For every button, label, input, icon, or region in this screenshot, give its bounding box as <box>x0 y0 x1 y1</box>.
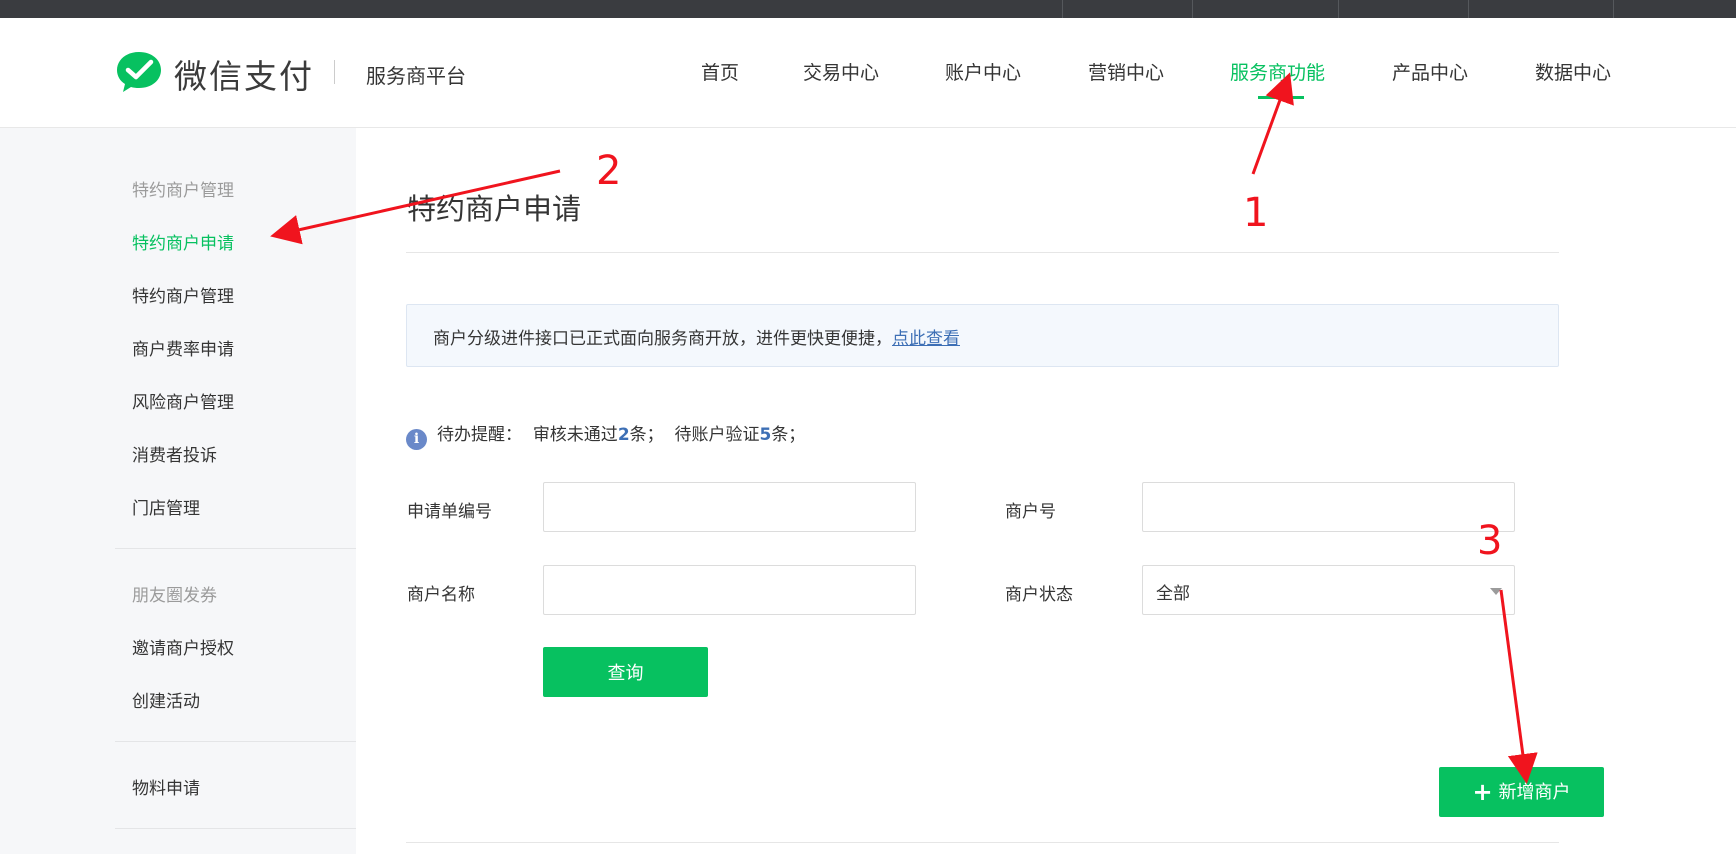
page-title: 特约商户申请 <box>407 192 582 226</box>
title-divider <box>406 252 1559 253</box>
nav-active-underline <box>1258 96 1304 99</box>
nav-product-center[interactable]: 产品中心 <box>1392 58 1468 85</box>
sidebar-group-title: 朋友圈发券 <box>132 586 217 606</box>
nav-account-center[interactable]: 账户中心 <box>945 58 1021 85</box>
nav-service-provider-functions[interactable]: 服务商功能 <box>1230 58 1325 85</box>
sidebar-item-material-application[interactable]: 物料申请 <box>132 774 200 799</box>
nav-home[interactable]: 首页 <box>701 58 739 85</box>
sidebar-item-store-management[interactable]: 门店管理 <box>132 494 200 519</box>
sidebar-item-merchant-management[interactable]: 特约商户管理 <box>132 282 234 307</box>
reminder-rejected-count[interactable]: 2 <box>618 425 630 445</box>
sidebar-divider <box>115 828 356 829</box>
reminder-verify-label: 待账户验证 <box>674 425 760 445</box>
query-button[interactable]: 查询 <box>543 647 708 697</box>
sidebar-item-invite-authorization[interactable]: 邀请商户授权 <box>132 634 234 659</box>
reminder-verify-suffix: 条； <box>771 425 806 445</box>
wechat-pay-logo-icon <box>117 52 161 92</box>
sidebar: 特约商户管理 特约商户申请 特约商户管理 商户费率申请 风险商户管理 消费者投诉… <box>0 128 356 854</box>
merchant-name-label: 商户名称 <box>407 585 475 605</box>
reminder-prefix: 待办提醒： <box>437 425 522 445</box>
site-header: 微信支付 服务商平台 首页 交易中心 账户中心 营销中心 服务商功能 产品中心 … <box>0 18 1736 128</box>
sidebar-item-merchant-application[interactable]: 特约商户申请 <box>132 229 234 254</box>
sidebar-divider <box>115 548 356 549</box>
merchant-status-select[interactable]: 全部 <box>1142 565 1515 615</box>
reminder-rejected-suffix: 条； <box>629 425 664 445</box>
reminder-verify-count[interactable]: 5 <box>759 425 771 445</box>
notice-message: 商户分级进件接口已正式面向服务商开放，进件更快更便捷， <box>433 329 892 349</box>
nav-transaction-center[interactable]: 交易中心 <box>803 58 879 85</box>
sidebar-item-consumer-complaints[interactable]: 消费者投诉 <box>132 441 217 466</box>
todo-reminder: i 待办提醒： 审核未通过2条； 待账户验证5条； <box>406 420 805 450</box>
merchant-status-label: 商户状态 <box>1005 585 1073 605</box>
notice-text: 商户分级进件接口已正式面向服务商开放，进件更快更便捷，点此查看 <box>433 324 960 349</box>
top-bar-segment <box>1468 0 1614 18</box>
info-icon: i <box>406 429 427 450</box>
sidebar-item-create-activity[interactable]: 创建活动 <box>132 687 200 712</box>
notice-banner: 商户分级进件接口已正式面向服务商开放，进件更快更便捷，点此查看 <box>406 304 1559 367</box>
application-no-input[interactable] <box>543 482 916 532</box>
nav-data-center[interactable]: 数据中心 <box>1535 58 1611 85</box>
platform-name: 服务商平台 <box>366 64 466 88</box>
sidebar-group-title: 特约商户管理 <box>132 181 234 201</box>
top-bar-segment <box>1192 0 1338 18</box>
browser-top-bar <box>0 0 1736 18</box>
annotation-label-2: 2 <box>596 148 622 194</box>
sidebar-divider <box>115 741 356 742</box>
merchant-no-label: 商户号 <box>1005 502 1056 522</box>
main-content: 特约商户申请 商户分级进件接口已正式面向服务商开放，进件更快更便捷，点此查看 i… <box>356 128 1736 854</box>
brand-name: 微信支付 <box>174 57 314 96</box>
top-bar-segment <box>1062 0 1192 18</box>
merchant-name-input[interactable] <box>543 565 916 615</box>
notice-link[interactable]: 点此查看 <box>892 329 960 349</box>
annotation-label-3: 3 <box>1477 518 1503 564</box>
sidebar-item-risk-merchant[interactable]: 风险商户管理 <box>132 388 234 413</box>
chevron-down-icon <box>1490 588 1502 595</box>
plus-icon: + <box>1472 778 1493 806</box>
nav-marketing-center[interactable]: 营销中心 <box>1088 58 1164 85</box>
bottom-divider <box>406 842 1559 843</box>
brand-divider <box>334 60 335 84</box>
application-no-label: 申请单编号 <box>407 502 492 522</box>
reminder-rejected-label: 审核未通过 <box>532 425 618 445</box>
add-merchant-button[interactable]: + 新增商户 <box>1439 767 1604 817</box>
sidebar-item-rate-application[interactable]: 商户费率申请 <box>132 335 234 360</box>
add-merchant-label: 新增商户 <box>1498 782 1571 803</box>
merchant-status-value: 全部 <box>1156 584 1190 604</box>
annotation-label-1: 1 <box>1243 190 1269 236</box>
merchant-no-input[interactable] <box>1142 482 1515 532</box>
top-bar-segment <box>1338 0 1468 18</box>
